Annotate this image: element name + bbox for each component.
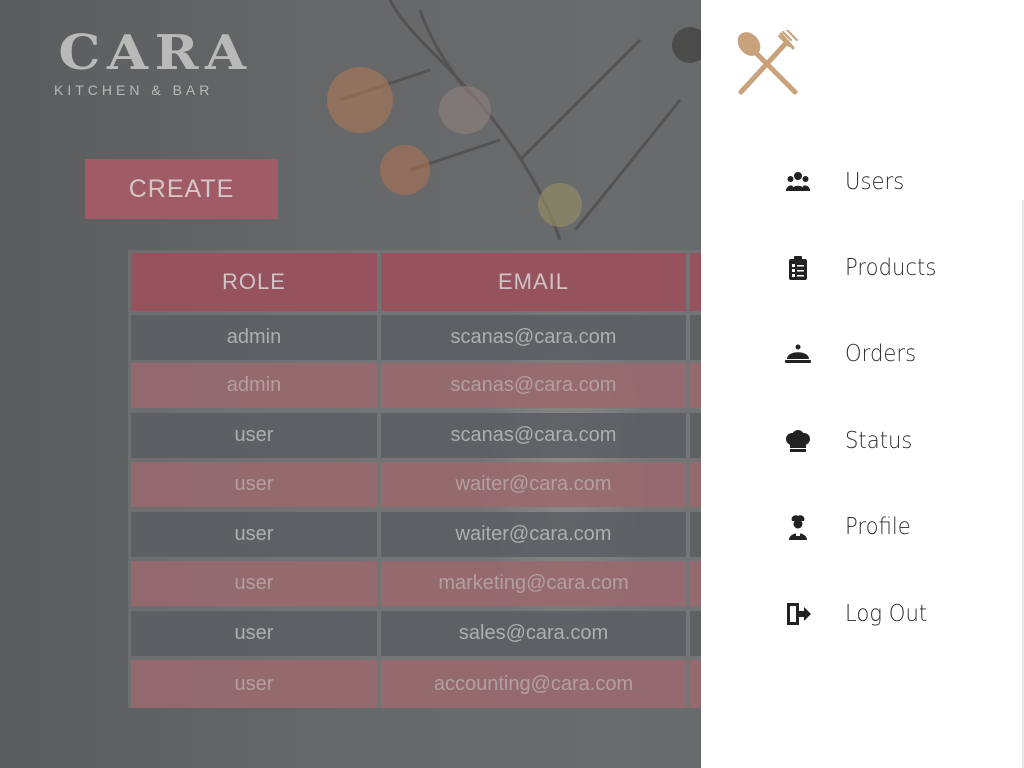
table-row[interactable]: user waiter@cara.com [128,512,728,557]
cell-role: user [131,512,377,557]
brand-subtitle: KITCHEN & BAR [54,82,214,98]
clipboard-list-icon [785,255,811,281]
nav-label-logout: Log Out [845,601,928,627]
header-email[interactable]: EMAIL [381,253,686,311]
users-table: ROLE EMAIL admin scanas@cara.com admin s… [128,250,728,708]
users-icon [785,169,811,195]
table-row[interactable]: user accounting@cara.com [128,660,728,708]
nav-item-logout[interactable]: Log Out [785,594,995,634]
table-row[interactable]: admin scanas@cara.com [128,315,728,360]
nav-item-products[interactable]: Products [785,248,995,288]
create-button[interactable]: CREATE [85,159,278,219]
cell-email: waiter@cara.com [381,462,686,507]
nav-label-products: Products [845,255,937,281]
cell-email: accounting@cara.com [381,660,686,708]
cell-role: admin [131,363,377,408]
side-drawer: Users Products Orders Status Profile Log… [701,0,1024,768]
cloche-icon [785,341,811,367]
fork-spoon-icon[interactable] [735,30,801,96]
cell-role: user [131,413,377,458]
cell-email: scanas@cara.com [381,363,686,408]
brand-name: CARA [58,25,253,81]
nav-label-orders: Orders [845,341,917,367]
table-row[interactable]: user sales@cara.com [128,611,728,656]
table-row[interactable]: user marketing@cara.com [128,561,728,606]
table-row[interactable]: user waiter@cara.com [128,462,728,507]
cell-email: scanas@cara.com [381,413,686,458]
nav-item-users[interactable]: Users [785,162,995,202]
cell-role: admin [131,315,377,360]
nav-item-profile[interactable]: Profile [785,507,995,547]
cell-email: waiter@cara.com [381,512,686,557]
nav-label-users: Users [845,169,905,195]
nav-label-status: Status [845,428,913,454]
nav-label-profile: Profile [845,514,911,540]
table-header-row: ROLE EMAIL [128,253,728,311]
table-row[interactable]: user scanas@cara.com [128,413,728,458]
cell-email: marketing@cara.com [381,561,686,606]
chef-person-icon [785,514,811,540]
logout-icon [785,601,811,627]
cell-role: user [131,660,377,708]
brand-logo: CARA KITCHEN & BAR [40,26,250,98]
header-role[interactable]: ROLE [131,253,377,311]
cell-role: user [131,561,377,606]
nav-item-status[interactable]: Status [785,421,995,461]
cell-role: user [131,462,377,507]
cell-email: sales@cara.com [381,611,686,656]
cell-email: scanas@cara.com [381,315,686,360]
table-row[interactable]: admin scanas@cara.com [128,363,728,408]
cell-role: user [131,611,377,656]
chef-hat-icon [785,428,811,454]
nav-item-orders[interactable]: Orders [785,334,995,374]
